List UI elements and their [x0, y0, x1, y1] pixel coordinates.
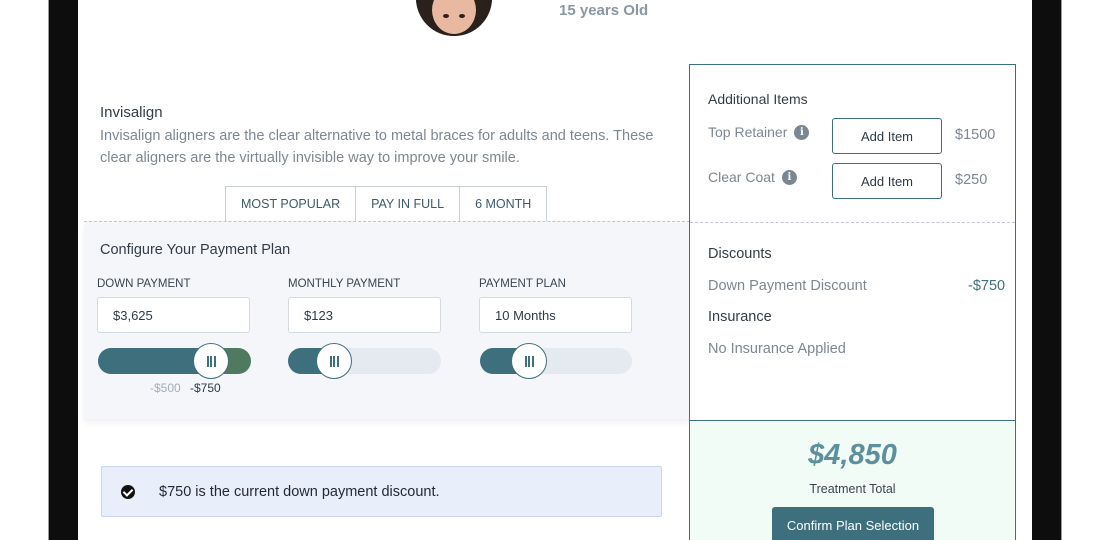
info-icon[interactable]: i — [794, 124, 810, 140]
confirm-plan-button[interactable]: Confirm Plan Selection — [772, 507, 934, 540]
info-icon[interactable]: i — [781, 169, 797, 185]
add-clear-coat-button[interactable]: Add Item — [832, 163, 942, 199]
down-payment-discount-label: Down Payment Discount — [708, 278, 867, 294]
down-payment-slider-handle[interactable] — [193, 343, 229, 379]
item-label-text: Clear Coat — [708, 169, 775, 185]
payment-plan-field: PAYMENT PLAN 10 Months — [479, 278, 632, 333]
insurance-value: No Insurance Applied — [708, 341, 846, 357]
patient-avatar — [416, 0, 492, 36]
discounts-title: Discounts — [708, 246, 772, 262]
down-payment-discount-value: -$750 — [968, 278, 1006, 294]
patient-age: 15 years Old — [559, 2, 649, 19]
treatment-total-label: Treatment Total — [809, 482, 896, 496]
grip-icon — [524, 355, 534, 367]
alert-text: $750 is the current down payment discoun… — [159, 483, 440, 500]
treatment-total-amount: $4,850 — [808, 439, 897, 471]
insurance-title: Insurance — [708, 309, 772, 325]
monthly-payment-slider-handle[interactable] — [316, 343, 352, 379]
device-bezel-right — [1032, 0, 1062, 540]
payment-plan-slider[interactable] — [480, 343, 632, 379]
clear-coat-price: $250 — [955, 172, 988, 188]
add-top-retainer-button[interactable]: Add Item — [832, 118, 942, 154]
down-payment-slider[interactable] — [98, 343, 251, 379]
monthly-payment-slider[interactable] — [288, 343, 441, 379]
app-screen: 15 years Old Invisalign Invisalign align… — [78, 0, 1032, 540]
item-clear-coat-label: Clear Coat i — [708, 169, 797, 185]
device-bezel-left — [48, 0, 78, 540]
top-retainer-price: $1500 — [955, 127, 996, 143]
grip-icon — [329, 355, 339, 367]
tab-6-month[interactable]: 6 MONTH — [459, 186, 548, 221]
summary-panel: Additional Items Top Retainer i Add Item… — [689, 64, 1016, 421]
monthly-payment-field: MONTHLY PAYMENT $123 — [288, 278, 441, 333]
tab-most-popular[interactable]: MOST POPULAR — [225, 186, 357, 221]
current-discount-note: -$750 — [190, 381, 221, 395]
grip-icon — [206, 355, 216, 367]
payment-plan-config: Configure Your Payment Plan DOWN PAYMENT… — [84, 221, 690, 419]
product-title: Invisalign — [100, 104, 163, 121]
monthly-payment-input[interactable]: $123 — [288, 297, 441, 333]
discount-alert: $750 is the current down payment discoun… — [101, 466, 662, 517]
treatment-total-panel: $4,850 Treatment Total Confirm Plan Sele… — [689, 421, 1016, 540]
additional-items-title: Additional Items — [708, 91, 808, 107]
down-payment-input[interactable]: $3,625 — [97, 297, 250, 333]
plan-tabs: MOST POPULAR PAY IN FULL 6 MONTH — [225, 186, 548, 221]
item-top-retainer-label: Top Retainer i — [708, 124, 810, 140]
product-description: Invisalign aligners are the clear altern… — [100, 128, 654, 166]
down-payment-label: DOWN PAYMENT — [97, 278, 191, 290]
payment-plan-slider-handle[interactable] — [511, 343, 547, 379]
payment-plan-label: PAYMENT PLAN — [479, 278, 566, 290]
previous-discount-note: -$500 — [150, 381, 181, 395]
config-title: Configure Your Payment Plan — [100, 242, 291, 258]
item-label-text: Top Retainer — [708, 124, 788, 140]
down-payment-field: DOWN PAYMENT $3,625 — [97, 278, 250, 333]
tab-pay-in-full[interactable]: PAY IN FULL — [355, 186, 461, 221]
payment-plan-input[interactable]: 10 Months — [479, 297, 632, 333]
section-divider — [690, 222, 1015, 223]
monthly-payment-label: MONTHLY PAYMENT — [288, 278, 401, 290]
check-circle-icon — [121, 484, 135, 499]
